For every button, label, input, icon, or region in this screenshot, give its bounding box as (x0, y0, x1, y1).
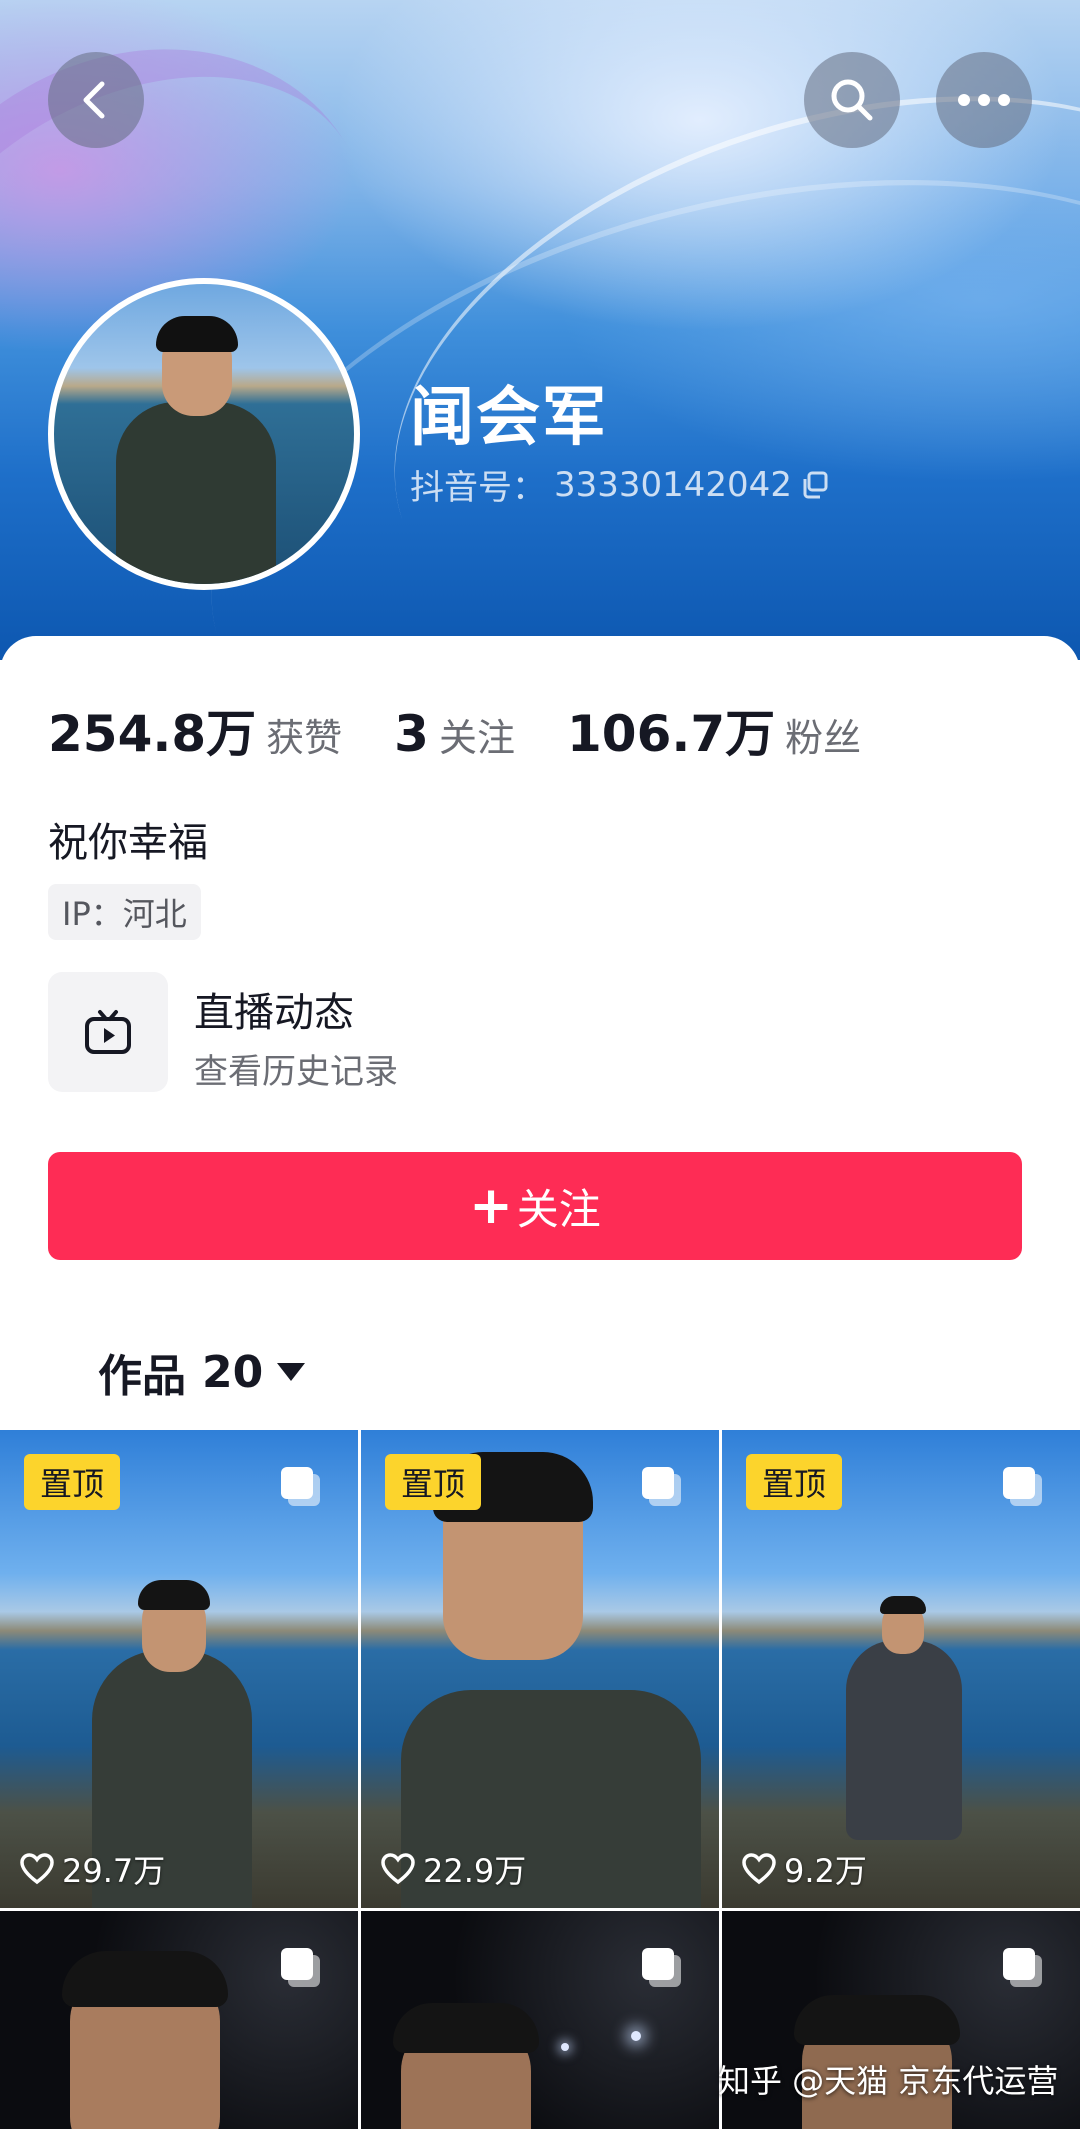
copy-icon[interactable] (800, 470, 830, 500)
follow-button-label: 关注 (516, 1184, 601, 1234)
thumbnail-person-hair (62, 1951, 228, 2007)
profile-bio: 祝你幸福 (48, 820, 208, 866)
profile-info-card: 254.8万 获赞 3 关注 106.7万 粉丝 祝你幸福 IP：河北 直播动态… (0, 636, 1080, 1430)
more-button[interactable] (936, 52, 1032, 148)
plus-icon: + (469, 1176, 513, 1236)
followers-label[interactable]: 粉丝 (785, 707, 861, 762)
follow-button[interactable]: + 关注 (48, 1152, 1022, 1260)
likes-label: 获赞 (266, 716, 343, 760)
like-count-text: 9.2万 (784, 1852, 867, 1890)
search-button[interactable] (804, 52, 900, 148)
profile-stats: 254.8万 获赞 3 关注 106.7万 粉丝 (48, 694, 861, 766)
following-label[interactable]: 关注 (439, 707, 515, 762)
likes-count: 254.8万 (48, 705, 257, 763)
live-history-subtitle[interactable]: 查看历史记录 (194, 1044, 398, 1093)
video-tile[interactable]: 置顶 9.2万 (722, 1430, 1080, 1908)
video-like-count: 9.2万 (742, 1846, 867, 1892)
thumbnail-person-hair (393, 2003, 539, 2053)
caret-down-icon[interactable] (277, 1363, 306, 1381)
video-like-count: 22.9万 (381, 1846, 526, 1892)
thumbnail-person-hair (138, 1580, 210, 1610)
street-light (631, 2031, 641, 2041)
pinned-badge: 置顶 (746, 1454, 842, 1510)
heart-icon (381, 1853, 415, 1885)
tv-icon (85, 1010, 131, 1054)
douyin-id-value: 33330142042 (554, 464, 792, 505)
video-grid: 置顶 29.7万 置顶 22.9万 置顶 9.2万 (0, 1430, 1080, 2129)
thumbnail-person-hair (880, 1596, 926, 1614)
works-tab-label: 作品 (98, 1351, 186, 1402)
video-like-count: 29.7万 (20, 1846, 165, 1892)
ip-location-tag: IP：河北 (48, 884, 201, 940)
avatar-person-hair (156, 316, 238, 352)
source-watermark: 知乎 @天猫 京东代运营 (718, 2062, 1059, 2100)
multi-image-icon (642, 1467, 681, 1506)
followers-count[interactable]: 106.7万 (567, 694, 775, 766)
multi-image-icon (281, 1467, 320, 1506)
thumbnail-person (846, 1640, 962, 1840)
thumbnail-person-hair (794, 1995, 960, 2045)
works-tab-count: 20 (202, 1346, 264, 1398)
video-tile[interactable] (0, 1911, 358, 2129)
ellipsis-icon (958, 94, 1010, 106)
back-button[interactable] (48, 52, 144, 148)
street-light (561, 2043, 569, 2051)
video-tile[interactable]: 置顶 29.7万 (0, 1430, 358, 1908)
multi-image-icon (642, 1948, 681, 1987)
pinned-badge: 置顶 (385, 1454, 481, 1510)
chevron-left-icon (83, 81, 105, 119)
heart-icon (20, 1853, 54, 1885)
multi-image-icon (1003, 1467, 1042, 1506)
multi-image-icon (281, 1948, 320, 1987)
avatar-person (116, 402, 276, 584)
like-count-text: 22.9万 (423, 1852, 527, 1890)
avatar[interactable] (48, 278, 360, 590)
video-tile[interactable] (361, 1911, 719, 2129)
profile-name: 闻会军 (410, 381, 608, 455)
pinned-badge: 置顶 (24, 1454, 120, 1510)
multi-image-icon (1003, 1948, 1042, 1987)
like-count-text: 29.7万 (62, 1852, 166, 1890)
live-history-icon-box[interactable] (48, 972, 168, 1092)
douyin-id-row[interactable]: 抖音号： 33330142042 (410, 460, 830, 509)
heart-icon (742, 1853, 776, 1885)
video-tile[interactable]: 置顶 22.9万 (361, 1430, 719, 1908)
profile-header-banner: 闻会军 抖音号： 33330142042 (0, 0, 1080, 660)
following-count[interactable]: 3 (394, 705, 429, 763)
douyin-id-label: 抖音号： (410, 468, 546, 508)
live-history-title[interactable]: 直播动态 (194, 980, 354, 1038)
tab-works[interactable]: 作品 20 (98, 1340, 306, 1404)
search-icon (831, 79, 873, 121)
